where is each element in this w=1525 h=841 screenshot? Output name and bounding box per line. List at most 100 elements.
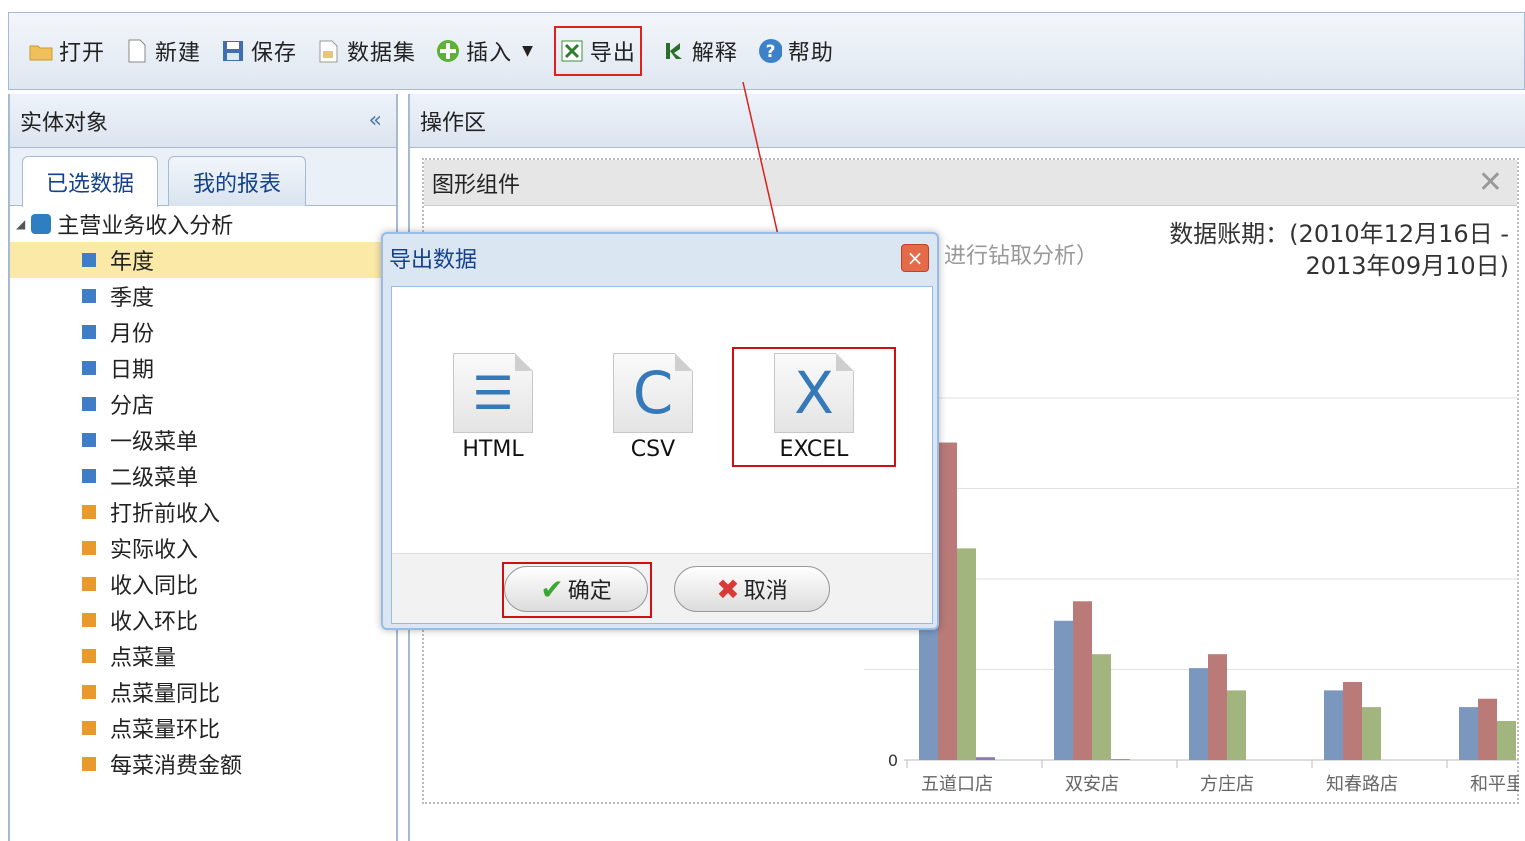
excel-icon — [560, 39, 584, 63]
export-option-excel[interactable]: X EXCEL — [732, 347, 896, 467]
tree-item[interactable]: 年度 — [10, 242, 396, 278]
save-icon — [221, 39, 245, 63]
tree-item[interactable]: 二级菜单 — [10, 458, 396, 494]
period-line-2: 2013年09月10日) — [1305, 252, 1509, 280]
bar[interactable] — [1478, 698, 1497, 760]
explain-icon — [662, 39, 686, 63]
explain-button[interactable]: 解释 — [662, 31, 738, 71]
y-tick-label: 0 — [888, 751, 898, 770]
export-dialog: 导出数据 × ☰ HTML C CSV X EXCEL ✔ 确定 ✖ 取消 — [381, 232, 939, 630]
tree-item[interactable]: 一级菜单 — [10, 422, 396, 458]
bar[interactable] — [957, 548, 976, 760]
entity-tree: ◢ 主营业务收入分析 年度季度月份日期 分店 一级菜单 二级菜单 打折前收入 实际收入收入… — [10, 206, 396, 782]
bar[interactable] — [1497, 721, 1516, 760]
close-icon[interactable]: ✕ — [1478, 165, 1503, 200]
dialog-close-button[interactable]: × — [901, 244, 929, 272]
cancel-icon: ✖ — [716, 572, 740, 606]
dialog-header: 导出数据 × — [383, 234, 937, 282]
bar[interactable] — [1362, 707, 1381, 760]
field-square-icon — [82, 361, 96, 375]
tree-item[interactable]: 分店 — [10, 386, 396, 422]
tree-item[interactable]: 点菜量同比 — [10, 674, 396, 710]
dataset-icon — [317, 39, 341, 63]
save-button[interactable]: 保存 — [221, 31, 297, 71]
x-tick-label: 方庄店 — [1200, 774, 1254, 795]
insert-label: 插入 — [466, 41, 513, 66]
export-options: ☰ HTML C CSV X EXCEL — [392, 287, 932, 553]
cancel-button[interactable]: ✖ 取消 — [674, 566, 830, 612]
export-button[interactable]: 导出 — [553, 26, 642, 76]
field-square-icon — [82, 397, 96, 411]
bar[interactable] — [1111, 759, 1130, 760]
tree-item-label: 季度 — [110, 286, 155, 311]
bar[interactable] — [1208, 654, 1227, 760]
tree-root[interactable]: ◢ 主营业务收入分析 — [10, 206, 396, 242]
field-square-icon — [82, 649, 96, 663]
tree-item-label: 点菜量同比 — [110, 682, 221, 707]
bar-chart: 0 五道口店 双安店 方庄店 知春路店 和平里 — [864, 397, 1519, 795]
bar[interactable] — [1054, 620, 1073, 760]
entity-panel-header: 实体对象 « — [10, 94, 396, 148]
tab-my-reports[interactable]: 我的报表 — [168, 156, 306, 206]
ok-label: 确定 — [567, 579, 612, 604]
tree-item[interactable]: 打折前收入 — [10, 494, 396, 530]
save-label: 保存 — [251, 41, 298, 66]
toolbar: 打开 新建 保存 数据集 插入 ▼ 导出 解释 ? 帮助 — [8, 12, 1525, 90]
drill-hint: 进行钻取分析） — [944, 244, 1099, 269]
tree-item[interactable]: 收入同比 — [10, 566, 396, 602]
bar[interactable] — [976, 757, 995, 760]
csv-file-icon: C — [613, 353, 693, 433]
field-square-icon — [82, 685, 96, 699]
csv-glyph: C — [632, 359, 674, 427]
tree-item-label: 收入同比 — [110, 574, 199, 599]
entity-tabs: 已选数据 我的报表 — [10, 148, 396, 207]
export-option-csv[interactable]: C CSV — [598, 353, 708, 462]
tree-item[interactable]: 收入环比 — [10, 602, 396, 638]
excel-label: EXCEL — [779, 437, 849, 462]
bar[interactable] — [1092, 654, 1111, 760]
tree-item-label: 收入环比 — [110, 610, 199, 635]
bar[interactable] — [1227, 690, 1246, 760]
tree-root-label: 主营业务收入分析 — [57, 214, 234, 239]
bar[interactable] — [1459, 707, 1478, 760]
field-square-icon — [82, 613, 96, 627]
svg-text:?: ? — [765, 42, 776, 62]
bar[interactable] — [1343, 682, 1362, 760]
tree-item[interactable]: 点菜量环比 — [10, 710, 396, 746]
field-square-icon — [82, 757, 96, 771]
tree-item[interactable]: 季度 — [10, 278, 396, 314]
tree-item[interactable]: 日期 — [10, 350, 396, 386]
widget-header: 图形组件 ✕ — [424, 160, 1517, 206]
excel-file-icon: X — [774, 353, 854, 433]
export-option-html[interactable]: ☰ HTML — [438, 353, 548, 462]
open-label: 打开 — [59, 41, 106, 66]
tree-item[interactable]: 点菜量 — [10, 638, 396, 674]
new-button[interactable]: 新建 — [125, 31, 201, 71]
help-button[interactable]: ? 帮助 — [758, 31, 834, 71]
html-file-icon: ☰ — [453, 353, 533, 433]
plus-icon — [436, 39, 460, 63]
expand-arrow-icon[interactable]: ◢ — [16, 217, 25, 231]
field-square-icon — [82, 433, 96, 447]
dataset-button[interactable]: 数据集 — [317, 31, 416, 71]
tree-item[interactable]: 每菜消费金额 — [10, 746, 396, 782]
tree-item[interactable]: 实际收入 — [10, 530, 396, 566]
open-button[interactable]: 打开 — [29, 31, 105, 71]
bar[interactable] — [938, 442, 957, 760]
insert-button[interactable]: 插入 ▼ — [436, 31, 534, 71]
tree-item-label: 月份 — [110, 322, 155, 347]
bar[interactable] — [1324, 690, 1343, 760]
entity-panel: 实体对象 « 已选数据 我的报表 ◢ 主营业务收入分析 年度季度月份日期 分店 一级… — [8, 94, 398, 841]
explain-label: 解释 — [691, 41, 738, 66]
bar[interactable] — [1189, 668, 1208, 760]
check-icon: ✔ — [540, 572, 564, 606]
bar[interactable] — [1073, 601, 1092, 760]
tab-selected-data[interactable]: 已选数据 — [22, 156, 158, 207]
dialog-footer: ✔ 确定 ✖ 取消 — [392, 553, 932, 623]
help-icon: ? — [758, 39, 782, 63]
ok-button[interactable]: ✔ 确定 — [504, 566, 648, 612]
field-square-icon — [82, 253, 96, 267]
x-tick-label: 五道口店 — [921, 774, 993, 795]
collapse-icon[interactable]: « — [369, 108, 382, 133]
tree-item[interactable]: 月份 — [10, 314, 396, 350]
